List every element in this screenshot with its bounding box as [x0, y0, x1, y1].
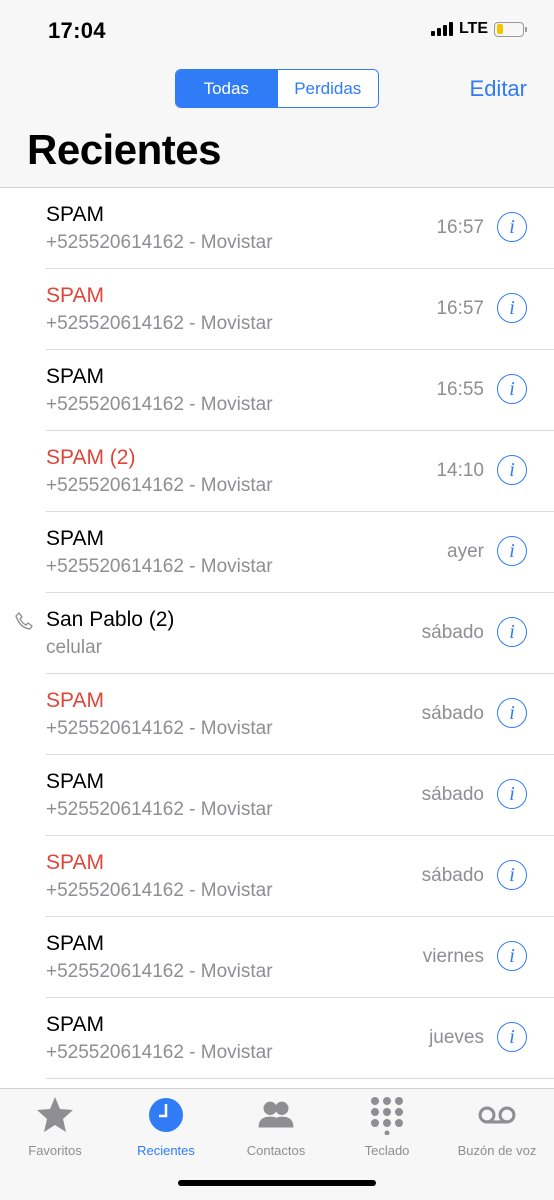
tab-contactos[interactable]: Contactos — [221, 1095, 331, 1165]
status-bar: 17:04 LTE — [0, 0, 554, 60]
call-row[interactable]: SPAM +525520614162 - Movistar sábado i — [46, 674, 554, 755]
call-time: sábado — [421, 784, 484, 805]
call-time: sábado — [421, 703, 484, 724]
call-time: 16:57 — [436, 298, 484, 319]
info-icon[interactable]: i — [497, 293, 527, 323]
call-row[interactable]: SPAM +525520614162 - Movistar sábado i — [46, 836, 554, 917]
segment-perdidas[interactable]: Perdidas — [276, 70, 378, 107]
call-row[interactable]: SPAM (2) +525520614162 - Movistar 14:10 … — [46, 431, 554, 512]
info-icon[interactable]: i — [497, 455, 527, 485]
call-row[interactable]: SPAM +525520614162 - Movistar ayer i — [46, 512, 554, 593]
page-title: Recientes — [27, 126, 221, 173]
caller-name: SPAM — [46, 932, 104, 955]
caller-detail: +525520614162 - Movistar — [46, 232, 273, 253]
filter-segmented-control: Todas Perdidas — [175, 69, 379, 108]
voicemail-icon — [477, 1095, 517, 1135]
tab-favoritos[interactable]: Favoritos — [0, 1095, 110, 1165]
info-icon[interactable]: i — [497, 374, 527, 404]
call-row[interactable]: SPAM +525520614162 - Movistar jueves i — [46, 998, 554, 1079]
recents-list: SPAM +525520614162 - Movistar 16:57 i SP… — [0, 188, 554, 1079]
caller-name: SPAM — [46, 770, 104, 793]
call-row[interactable]: San Pablo (2) celular sábado i — [15, 593, 554, 674]
caller-name: SPAM — [46, 689, 104, 712]
caller-detail: +525520614162 - Movistar — [46, 880, 273, 901]
caller-name: SPAM — [46, 851, 104, 874]
tab-label: Recientes — [137, 1143, 195, 1158]
keypad-icon — [367, 1095, 407, 1135]
caller-detail: +525520614162 - Movistar — [46, 1042, 273, 1063]
caller-name: SPAM (2) — [46, 446, 136, 469]
caller-name: SPAM — [46, 1013, 104, 1036]
call-time: viernes — [422, 946, 484, 967]
tab-label: Teclado — [364, 1143, 410, 1158]
call-time: sábado — [421, 622, 484, 643]
caller-name: San Pablo (2) — [46, 608, 175, 631]
tab-buzon[interactable]: Buzón de voz — [442, 1095, 552, 1165]
info-icon[interactable]: i — [497, 536, 527, 566]
info-icon[interactable]: i — [497, 779, 527, 809]
edit-button[interactable]: Editar — [470, 76, 527, 102]
caller-detail: +525520614162 - Movistar — [46, 556, 273, 577]
caller-detail: +525520614162 - Movistar — [46, 718, 273, 739]
call-row[interactable]: SPAM +525520614162 - Movistar sábado i — [46, 755, 554, 836]
status-time: 17:04 — [48, 18, 106, 43]
call-row[interactable]: SPAM +525520614162 - Movistar 16:57 i — [46, 269, 554, 350]
call-row[interactable]: SPAM +525520614162 - Movistar 16:57 i — [46, 188, 554, 269]
call-row[interactable]: SPAM +525520614162 - Movistar 16:55 i — [46, 350, 554, 431]
tab-teclado[interactable]: Teclado — [332, 1095, 442, 1165]
caller-name: SPAM — [46, 365, 104, 388]
call-time: sábado — [421, 865, 484, 886]
caller-name: SPAM — [46, 284, 104, 307]
call-row[interactable]: SPAM +525520614162 - Movistar viernes i — [46, 917, 554, 998]
signal-strength-icon — [430, 22, 453, 36]
call-time: 16:55 — [436, 379, 484, 400]
info-icon[interactable]: i — [497, 617, 527, 647]
outgoing-call-icon — [15, 612, 33, 630]
caller-detail: +525520614162 - Movistar — [46, 961, 273, 982]
caller-detail: +525520614162 - Movistar — [46, 313, 273, 334]
call-time: ayer — [447, 541, 484, 562]
info-icon[interactable]: i — [497, 941, 527, 971]
call-time: jueves — [429, 1027, 484, 1048]
call-time: 14:10 — [436, 460, 484, 481]
info-icon[interactable]: i — [497, 212, 527, 242]
info-icon[interactable]: i — [497, 698, 527, 728]
caller-detail: +525520614162 - Movistar — [46, 799, 273, 820]
caller-name: SPAM — [46, 527, 104, 550]
contacts-icon — [256, 1095, 296, 1135]
home-indicator[interactable] — [178, 1180, 376, 1186]
info-icon[interactable]: i — [497, 860, 527, 890]
star-icon — [35, 1095, 75, 1135]
caller-name: SPAM — [46, 203, 104, 226]
network-type: LTE — [458, 20, 488, 37]
tab-recientes[interactable]: Recientes — [111, 1095, 221, 1165]
battery-level — [496, 24, 503, 34]
navigation-bar: Todas Perdidas Editar Recientes — [0, 60, 554, 188]
caller-detail: +525520614162 - Movistar — [46, 394, 273, 415]
tab-label: Favoritos — [28, 1143, 82, 1158]
call-time: 16:57 — [436, 217, 484, 238]
tab-label: Buzón de voz — [457, 1143, 537, 1158]
status-indicators: LTE — [430, 20, 527, 38]
segment-todas[interactable]: Todas — [176, 70, 277, 107]
clock-icon — [146, 1095, 186, 1135]
caller-detail: celular — [46, 637, 102, 658]
tab-label: Contactos — [246, 1143, 306, 1158]
caller-detail: +525520614162 - Movistar — [46, 475, 273, 496]
battery-icon — [494, 21, 527, 37]
info-icon[interactable]: i — [497, 1022, 527, 1052]
